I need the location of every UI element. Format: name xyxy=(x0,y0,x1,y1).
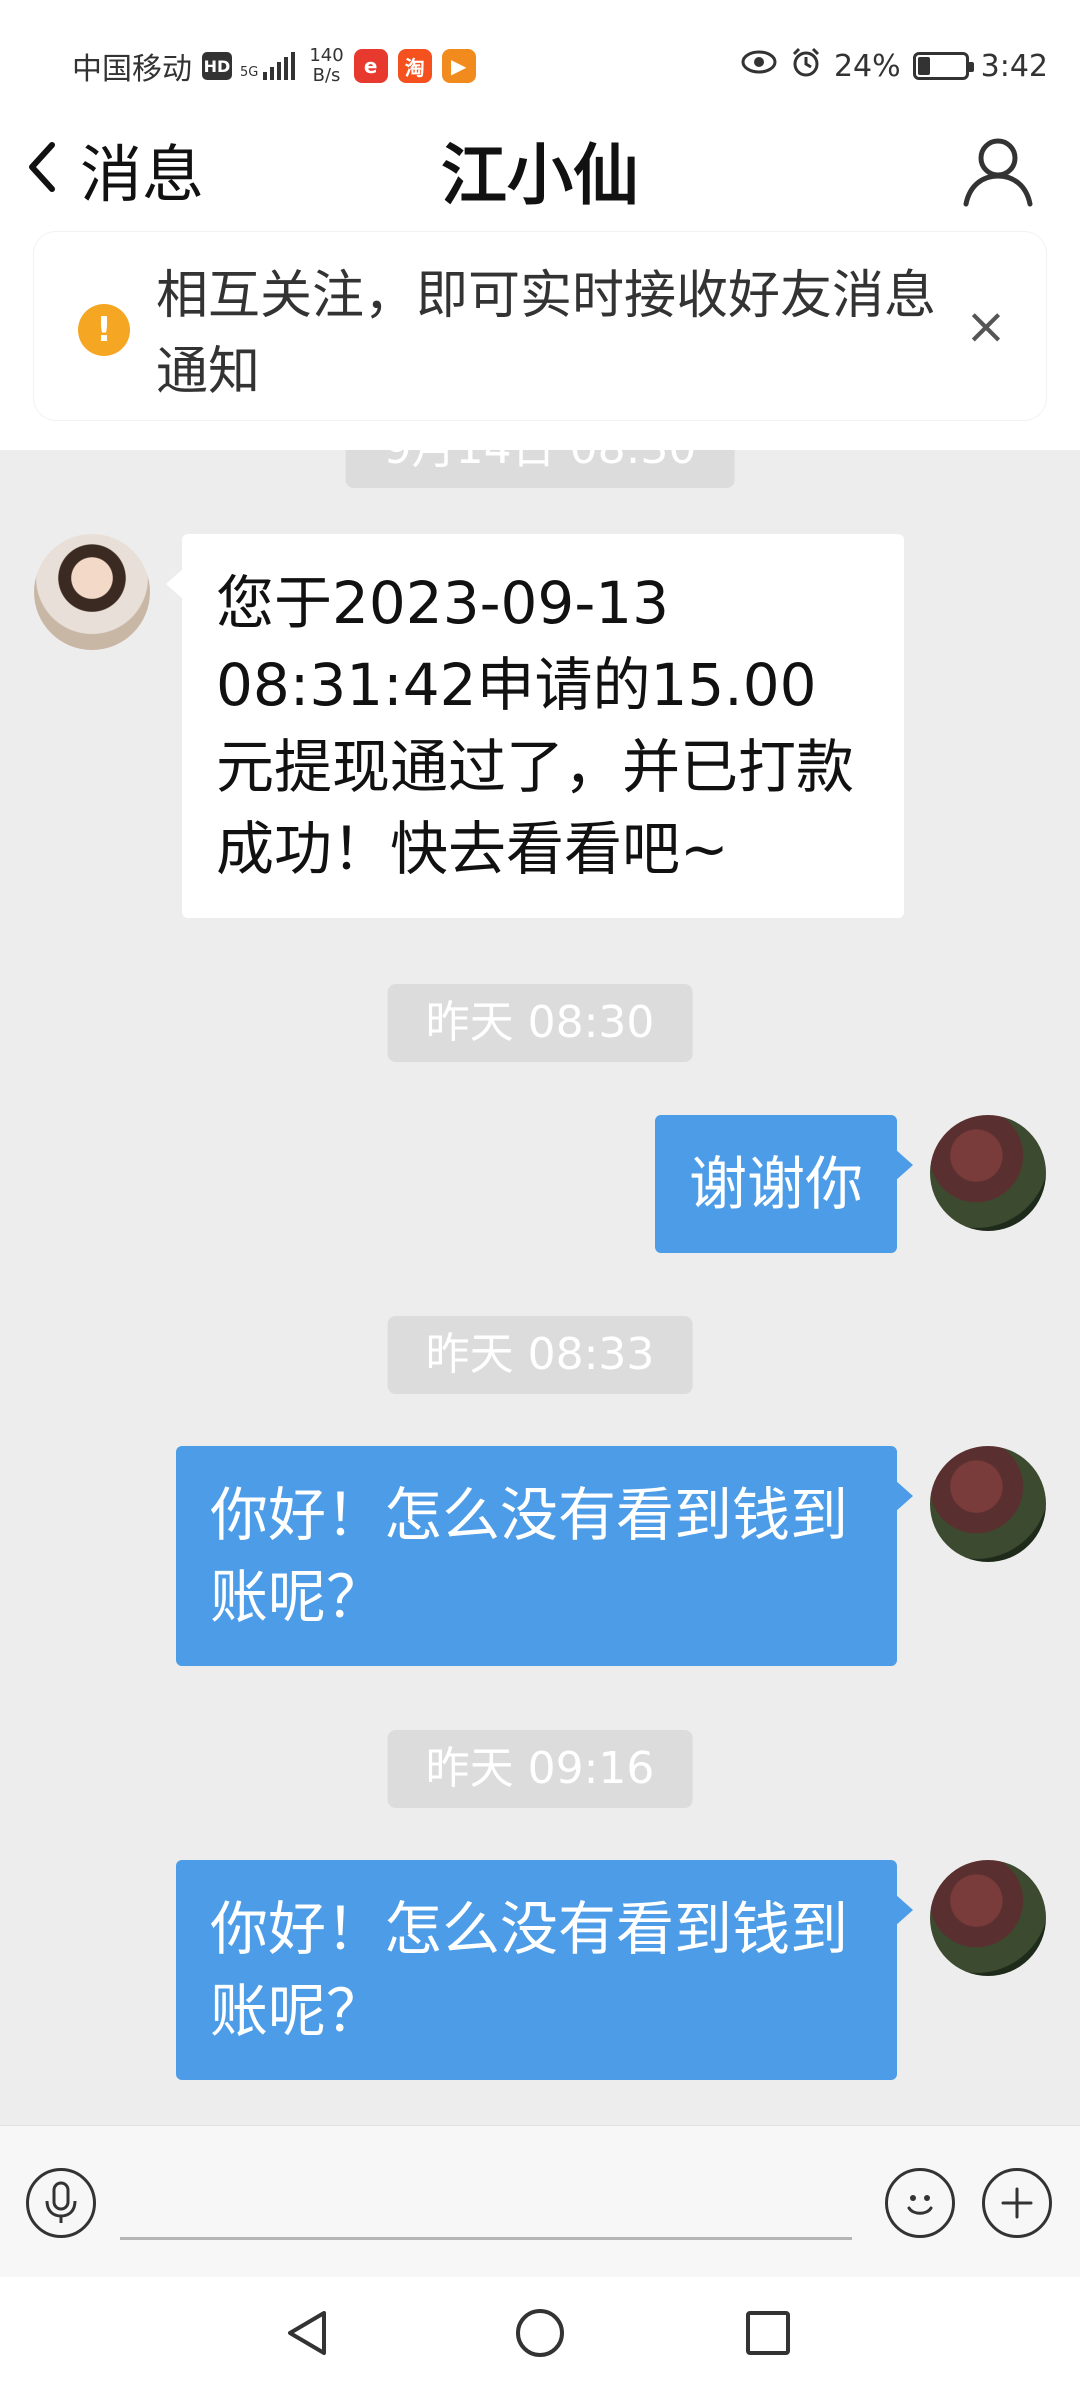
network-speed-unit: B/s xyxy=(312,65,341,86)
nav-home-button[interactable] xyxy=(508,2301,572,2365)
system-nav-bar xyxy=(0,2277,1080,2388)
outgoing-message[interactable]: 你好！怎么没有看到钱到账呢？ xyxy=(176,1860,913,2080)
taobao-app-icon: 淘 xyxy=(397,49,432,83)
contact-avatar[interactable] xyxy=(34,534,150,650)
timestamp: 昨天 08:30 xyxy=(387,984,693,1062)
video-app-icon: ▶ xyxy=(441,49,476,83)
triangle-back-icon xyxy=(288,2311,326,2355)
profile-button[interactable] xyxy=(960,132,1036,208)
page-title: 江小仙 xyxy=(441,137,639,214)
microphone-icon xyxy=(45,2181,77,2223)
message-input-bar xyxy=(0,2125,1080,2277)
alarm-icon xyxy=(790,46,822,86)
user-avatar[interactable] xyxy=(930,1115,1046,1231)
person-icon xyxy=(963,138,1033,207)
network-speed: 140 B/s xyxy=(309,46,343,86)
network-speed-value: 140 xyxy=(309,45,344,66)
notice-text: 相互关注，即可实时接收好友消息通知 xyxy=(156,266,937,402)
voice-button[interactable] xyxy=(26,2168,96,2238)
chat-area[interactable]: 9月14日 08:30 您于2023-09-13 08:31:42申请的15.0… xyxy=(0,450,1080,2125)
message-input[interactable] xyxy=(120,2166,852,2240)
battery-icon xyxy=(912,52,974,80)
network-type-label: 5G xyxy=(240,65,259,80)
nav-back-button[interactable] xyxy=(276,2301,340,2365)
warning-icon: ! xyxy=(78,304,130,356)
nav-recents-button[interactable] xyxy=(736,2301,800,2365)
timestamp: 9月14日 08:30 xyxy=(345,450,735,488)
hd-voice-icon: HD xyxy=(202,52,232,80)
outgoing-message[interactable]: 你好！怎么没有看到钱到账呢？ xyxy=(176,1446,913,1666)
follow-notice-banner: ! 相互关注，即可实时接收好友消息通知 × xyxy=(34,232,1046,420)
plus-icon xyxy=(1001,2187,1033,2219)
timestamp: 昨天 08:33 xyxy=(387,1316,693,1394)
user-avatar[interactable] xyxy=(930,1860,1046,1976)
chat-header: 消息 江小仙 xyxy=(0,110,1080,230)
signal-5g-icon: 5G xyxy=(240,52,296,80)
timestamp: 昨天 09:16 xyxy=(387,1730,693,1808)
close-icon[interactable]: × xyxy=(956,296,1016,356)
notice-area: ! 相互关注，即可实时接收好友消息通知 × xyxy=(0,230,1080,450)
clock: 3:42 xyxy=(980,48,1048,84)
smiley-icon xyxy=(907,2195,933,2215)
incoming-message[interactable]: 您于2023-09-13 08:31:42申请的15.00元提现通过了，并已打款… xyxy=(166,534,904,918)
outgoing-message[interactable]: 谢谢你 xyxy=(654,1115,914,1253)
browser-app-icon: e xyxy=(353,49,388,83)
square-recents-icon xyxy=(746,2311,790,2355)
more-button[interactable] xyxy=(982,2168,1052,2238)
circle-home-icon xyxy=(516,2309,564,2357)
eye-comfort-icon xyxy=(740,48,778,84)
user-avatar[interactable] xyxy=(930,1446,1046,1562)
emoji-button[interactable] xyxy=(885,2168,955,2238)
battery-percent: 24% xyxy=(833,48,901,84)
carrier-name: 中国移动 xyxy=(72,52,192,87)
